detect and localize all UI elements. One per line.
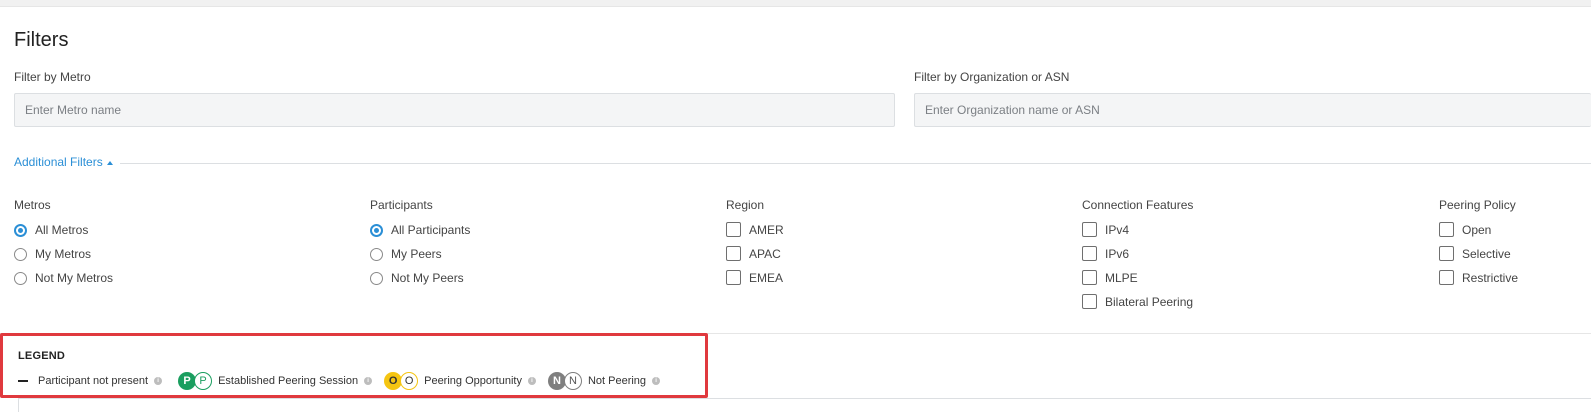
checkbox-icon[interactable] xyxy=(1439,246,1454,261)
org-filter-label: Filter by Organization or ASN xyxy=(914,70,1070,84)
metro-search-input[interactable] xyxy=(14,93,895,127)
radio-icon[interactable] xyxy=(14,271,27,285)
radio-not-my-metros[interactable]: Not My Metros xyxy=(14,271,113,285)
checkbox-icon[interactable] xyxy=(1082,222,1097,237)
connection-features-group-title: Connection Features xyxy=(1082,198,1194,212)
info-icon[interactable]: i xyxy=(652,377,661,385)
top-strip xyxy=(0,0,1591,7)
checkbox-icon[interactable] xyxy=(726,246,741,261)
checkbox-ipv6[interactable]: IPv6 xyxy=(1082,246,1129,261)
radio-icon[interactable] xyxy=(14,247,27,261)
option-label: IPv4 xyxy=(1105,222,1130,237)
additional-filters-label: Additional Filters xyxy=(14,155,103,169)
page-title: Filters xyxy=(14,29,69,51)
checkbox-open[interactable]: Open xyxy=(1439,222,1491,237)
info-icon[interactable]: i xyxy=(364,377,373,385)
radio-my-peers[interactable]: My Peers xyxy=(370,247,442,261)
region-filter-group: Region AMER APAC EMEA xyxy=(726,198,784,285)
legend-label-not-present: Participant not present xyxy=(38,375,149,387)
checkbox-mlpe[interactable]: MLPE xyxy=(1082,270,1138,285)
checkbox-apac[interactable]: APAC xyxy=(726,246,781,261)
checkbox-restrictive[interactable]: Restrictive xyxy=(1439,270,1518,285)
radio-icon[interactable] xyxy=(370,247,383,261)
option-label: All Participants xyxy=(391,223,471,237)
metros-filter-group: Metros All Metros My Metros Not My Metro… xyxy=(14,198,113,285)
metros-group-title: Metros xyxy=(14,198,51,212)
connection-features-filter-group: Connection Features IPv4 IPv6 MLPE Bilat… xyxy=(1082,198,1194,309)
legend-title: LEGEND xyxy=(18,350,66,362)
option-label: Selective xyxy=(1462,246,1511,261)
checkbox-icon[interactable] xyxy=(1082,294,1097,309)
option-label: My Peers xyxy=(391,247,442,261)
option-label: Not My Metros xyxy=(35,271,114,285)
checkbox-emea[interactable]: EMEA xyxy=(726,270,783,285)
outline-chip-icon: O xyxy=(400,372,419,390)
checkbox-icon[interactable] xyxy=(1439,270,1454,285)
radio-my-metros[interactable]: My Metros xyxy=(14,247,91,261)
org-asn-search-input[interactable] xyxy=(914,93,1591,127)
radio-all-participants[interactable]: All Participants xyxy=(370,223,470,237)
checkbox-selective[interactable]: Selective xyxy=(1439,246,1511,261)
legend-row: Participant not present i P P Establishe… xyxy=(18,372,661,390)
radio-icon[interactable] xyxy=(370,271,383,285)
radio-selected-icon[interactable] xyxy=(14,223,27,237)
checkbox-ipv4[interactable]: IPv4 xyxy=(1082,222,1129,237)
option-label: EMEA xyxy=(749,270,784,285)
option-label: Open xyxy=(1462,222,1492,237)
radio-not-my-peers[interactable]: Not My Peers xyxy=(370,271,464,285)
option-label: AMER xyxy=(749,222,784,237)
caret-up-icon xyxy=(106,160,113,165)
results-panel-edge xyxy=(18,398,1591,412)
option-label: Restrictive xyxy=(1462,270,1519,285)
region-group-title: Region xyxy=(726,198,765,212)
checkbox-icon[interactable] xyxy=(726,270,741,285)
option-label: IPv6 xyxy=(1105,246,1130,261)
participants-filter-group: Participants All Participants My Peers N… xyxy=(370,198,470,285)
option-label: All Metros xyxy=(35,223,89,237)
legend-label-not-peering: Not Peering xyxy=(587,375,647,387)
option-label: Not My Peers xyxy=(391,271,464,285)
not-peering-badge-icon: N N xyxy=(547,372,582,390)
legend-label-established: Established Peering Session xyxy=(218,375,359,387)
participants-group-title: Participants xyxy=(370,198,433,212)
option-label: MLPE xyxy=(1105,270,1138,285)
radio-all-metros[interactable]: All Metros xyxy=(14,223,88,237)
option-label: Bilateral Peering xyxy=(1105,294,1194,309)
radio-selected-icon[interactable] xyxy=(370,223,383,237)
outline-chip-icon: N xyxy=(563,372,582,390)
option-label: My Metros xyxy=(35,247,92,261)
section-divider xyxy=(120,163,1591,164)
info-icon[interactable]: i xyxy=(154,377,163,385)
peering-policy-group-title: Peering Policy xyxy=(1439,198,1516,212)
checkbox-bilateral-peering[interactable]: Bilateral Peering xyxy=(1082,294,1193,309)
established-peering-badge-icon: P P xyxy=(178,372,213,390)
dash-icon xyxy=(18,380,28,382)
metro-filter-label: Filter by Metro xyxy=(14,70,91,84)
checkbox-icon[interactable] xyxy=(1439,222,1454,237)
additional-filters-toggle[interactable]: Additional Filters xyxy=(14,155,113,169)
checkbox-icon[interactable] xyxy=(1082,270,1097,285)
checkbox-amer[interactable]: AMER xyxy=(726,222,784,237)
peering-opportunity-badge-icon: O O xyxy=(384,372,419,390)
info-icon[interactable]: i xyxy=(527,377,536,385)
outline-chip-icon: P xyxy=(194,372,213,390)
legend-label-opportunity: Peering Opportunity xyxy=(424,375,522,387)
peering-policy-filter-group: Peering Policy Open Selective Restrictiv… xyxy=(1439,198,1518,285)
checkbox-icon[interactable] xyxy=(1082,246,1097,261)
checkbox-icon[interactable] xyxy=(726,222,741,237)
option-label: APAC xyxy=(749,246,781,261)
